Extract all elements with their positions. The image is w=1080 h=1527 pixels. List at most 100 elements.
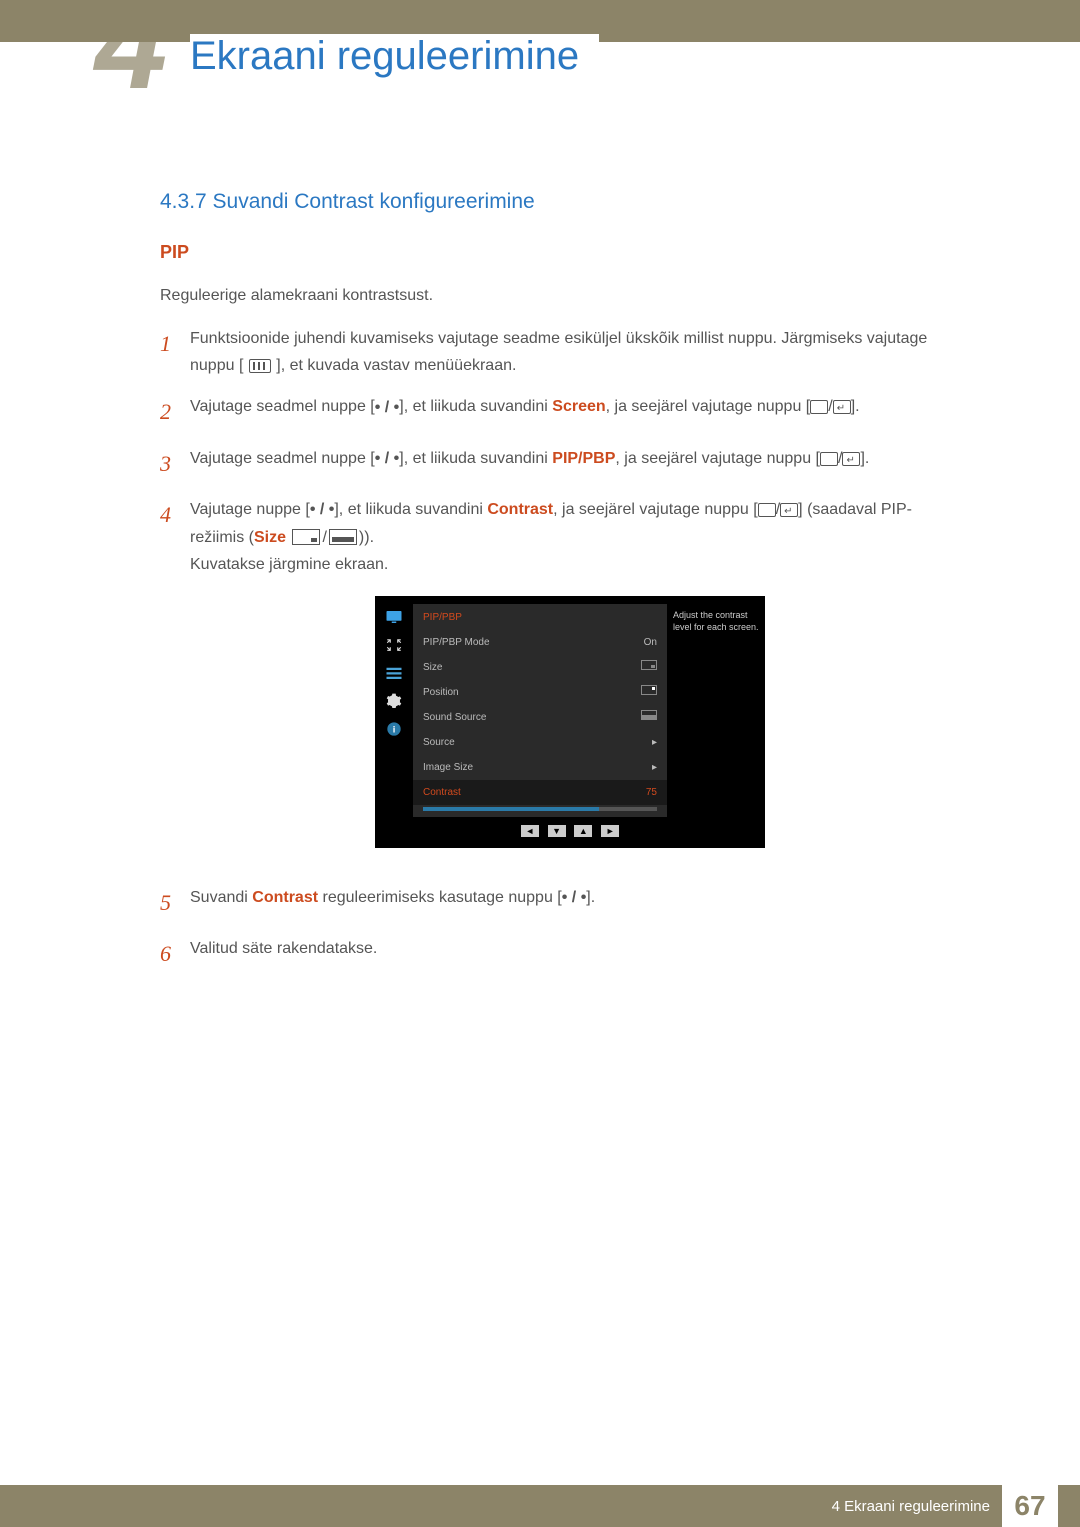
chapter-number-bg: 4	[95, 0, 167, 108]
step-number: 3	[160, 445, 190, 482]
step-body: Vajutage seadmel nuppe [ • / • ], et lii…	[190, 393, 950, 430]
osd-value: ▸	[637, 759, 657, 776]
step-text: ].	[851, 398, 860, 415]
step-number: 4	[160, 496, 190, 870]
step-2: 2 Vajutage seadmel nuppe [ • / • ], et l…	[160, 393, 950, 430]
dot-slash-icon: • / •	[562, 884, 587, 911]
chapter-title: Ekraani reguleerimine	[190, 34, 599, 79]
highlight-size: Size	[254, 529, 286, 546]
osd-row-source: Source ▸	[413, 730, 667, 755]
osd-sidebar: i	[375, 604, 413, 817]
step-1: 1 Funktsioonide juhendi kuvamiseks vajut…	[160, 325, 950, 379]
osd-value: 75	[637, 784, 657, 801]
step-text: ].	[860, 450, 869, 467]
nav-right-icon: ►	[601, 825, 619, 837]
osd-row-contrast: Contrast 75	[413, 780, 667, 805]
osd-value: On	[637, 634, 657, 651]
step-text: , ja seejärel vajutage nuppu [	[606, 398, 811, 415]
dot-slash-icon: • / •	[375, 445, 400, 472]
resize-icon	[383, 636, 405, 654]
size-value-icon	[641, 660, 657, 670]
step-text: Vajutage nuppe [	[190, 501, 310, 518]
step-number: 5	[160, 884, 190, 921]
osd-label: Position	[423, 684, 459, 701]
osd-row-size: Size	[413, 655, 667, 680]
step-text: reguleerimiseks kasutage nuppu [	[318, 889, 562, 906]
osd-contrast-slider	[423, 807, 657, 811]
highlight-pippbp: PIP/PBP	[552, 450, 615, 467]
enter-icon	[833, 400, 851, 414]
step-number: 6	[160, 935, 190, 972]
step-text: ], et kuvada vastav menüüekraan.	[276, 357, 516, 374]
osd-label: Size	[423, 659, 442, 676]
osd-slider-fill	[423, 807, 599, 811]
osd-row-sound: Sound Source	[413, 705, 667, 730]
select-icon	[758, 503, 776, 517]
nav-left-icon: ◄	[521, 825, 539, 837]
step-number: 2	[160, 393, 190, 430]
position-value-icon	[641, 685, 657, 695]
step-body: Suvandi Contrast reguleerimiseks kasutag…	[190, 884, 950, 921]
sound-value-icon	[641, 710, 657, 720]
step-text: ], et liikuda suvandini	[399, 450, 552, 467]
osd-nav-bar: ◄ ▼ ▲ ►	[375, 817, 765, 848]
size-small-icon	[292, 529, 320, 545]
select-icon	[810, 400, 828, 414]
step-5: 5 Suvandi Contrast reguleerimiseks kasut…	[160, 884, 950, 921]
osd-label: PIP/PBP Mode	[423, 634, 490, 651]
step-text: ].	[586, 889, 595, 906]
osd-row-position: Position	[413, 680, 667, 705]
osd-title: PIP/PBP	[413, 604, 667, 630]
monitor-icon	[383, 608, 405, 626]
osd-inner: i PIP/PBP PIP/PBP Mode On Size	[375, 604, 765, 817]
sub-heading-pip: PIP	[160, 242, 950, 263]
menu-icon	[249, 359, 271, 373]
step-text: Vajutage seadmel nuppe [	[190, 398, 375, 415]
osd-value	[637, 659, 657, 676]
nav-down-icon: ▼	[548, 825, 566, 837]
steps-list: 1 Funktsioonide juhendi kuvamiseks vajut…	[160, 325, 950, 973]
nav-up-icon: ▲	[574, 825, 592, 837]
osd-label: Source	[423, 734, 455, 751]
enter-icon	[842, 452, 860, 466]
step-text: , ja seejärel vajutage nuppu [	[553, 501, 758, 518]
osd-value: ▸	[637, 734, 657, 751]
step-body: Vajutage seadmel nuppe [ • / • ], et lii…	[190, 445, 950, 482]
dot-slash-icon: • / •	[310, 496, 335, 523]
highlight-contrast: Contrast	[252, 889, 318, 906]
step-text: Kuvatakse järgmine ekraan.	[190, 556, 388, 573]
osd-label: Image Size	[423, 759, 473, 776]
section-heading: 4.3.7 Suvandi Contrast konfigureerimine	[160, 190, 950, 214]
step-body: Valitud säte rakendatakse.	[190, 935, 950, 972]
footer-text: 4 Ekraani reguleerimine	[832, 1498, 1002, 1515]
intro-text: Reguleerige alamekraani kontrastsust.	[160, 287, 950, 305]
step-text: ], et liikuda suvandini	[399, 398, 552, 415]
osd-value	[637, 709, 657, 726]
osd-label: Sound Source	[423, 709, 486, 726]
step-3: 3 Vajutage seadmel nuppe [ • / • ], et l…	[160, 445, 950, 482]
highlight-contrast: Contrast	[487, 501, 553, 518]
select-icon	[820, 452, 838, 466]
step-number: 1	[160, 325, 190, 379]
list-icon	[383, 664, 405, 682]
step-6: 6 Valitud säte rakendatakse.	[160, 935, 950, 972]
step-text: )).	[359, 529, 374, 546]
gear-icon	[383, 692, 405, 710]
step-body: Funktsioonide juhendi kuvamiseks vajutag…	[190, 325, 950, 379]
content-area: 4.3.7 Suvandi Contrast konfigureerimine …	[160, 190, 950, 987]
size-large-icon	[329, 529, 357, 545]
osd-menu: i PIP/PBP PIP/PBP Mode On Size	[375, 596, 765, 848]
svg-text:i: i	[393, 724, 396, 734]
osd-value	[637, 684, 657, 701]
dot-slash-icon: • / •	[375, 394, 400, 421]
osd-main: PIP/PBP PIP/PBP Mode On Size Position	[413, 604, 667, 817]
step-text: Suvandi	[190, 889, 252, 906]
highlight-screen: Screen	[552, 398, 605, 415]
osd-row-mode: PIP/PBP Mode On	[413, 630, 667, 655]
step-text: ], et liikuda suvandini	[334, 501, 487, 518]
footer-page-number: 67	[1002, 1485, 1058, 1527]
osd-row-image: Image Size ▸	[413, 755, 667, 780]
step-text: , ja seejärel vajutage nuppu [	[615, 450, 820, 467]
step-text: Vajutage seadmel nuppe [	[190, 450, 375, 467]
enter-icon	[780, 503, 798, 517]
